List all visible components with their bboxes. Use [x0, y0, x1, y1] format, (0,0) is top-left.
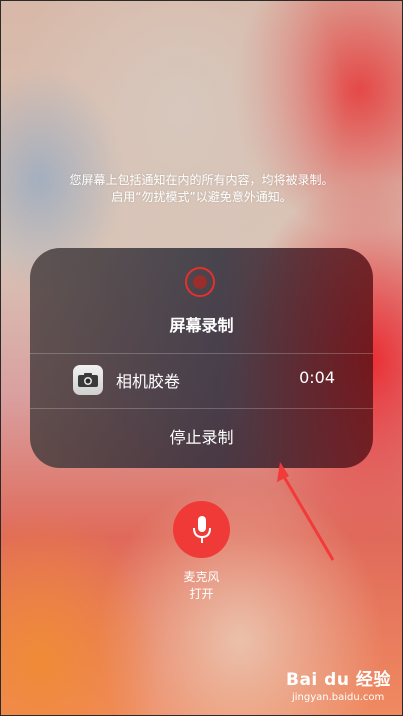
watermark: Bai du 经验 jingyan.baidu.com: [286, 665, 398, 710]
watermark-logo: Bai du 经验: [286, 670, 391, 690]
watermark-url: jingyan.baidu.com: [292, 692, 385, 703]
annotation-arrow: [277, 462, 335, 561]
